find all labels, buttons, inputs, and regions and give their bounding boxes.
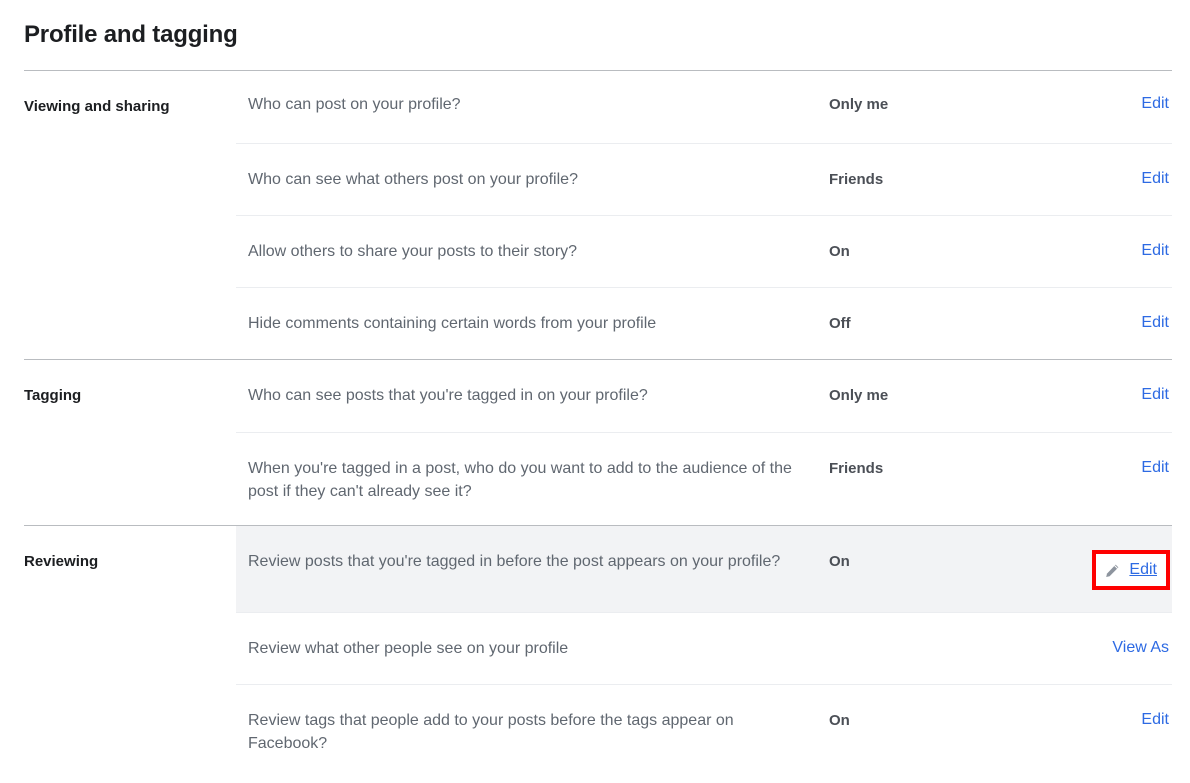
row-value: On <box>829 243 850 260</box>
row-value: Only me <box>829 96 889 113</box>
row-question: Hide comments containing certain words f… <box>248 315 657 332</box>
table-row: Who can see what others post on your pro… <box>236 143 1172 215</box>
section-rows-tagging: Who can see posts that you're tagged in … <box>236 360 1172 525</box>
row-action: Edit <box>1031 93 1172 115</box>
table-row: Who can see posts that you're tagged in … <box>236 360 1172 432</box>
row-action: Edit <box>1031 312 1172 334</box>
edit-link[interactable]: Edit <box>1141 93 1169 115</box>
row-question: Review posts that you're tagged in befor… <box>248 553 781 570</box>
edit-link[interactable]: Edit <box>1141 312 1169 334</box>
edit-annotation-box[interactable]: Edit <box>1092 550 1170 590</box>
section-viewing-and-sharing: Viewing and sharing Who can post on your… <box>24 70 1172 359</box>
table-row: Who can post on your profile? Only me Ed… <box>236 71 1172 143</box>
section-label-tagging: Tagging <box>24 387 82 404</box>
table-row: Review what other people see on your pro… <box>236 612 1172 684</box>
row-question: Review what other people see on your pro… <box>248 640 569 657</box>
row-value: Off <box>829 315 851 332</box>
row-action: Edit <box>1031 709 1172 731</box>
profile-and-tagging-page: Profile and tagging Viewing and sharing … <box>0 0 1190 777</box>
row-question: When you're tagged in a post, who do you… <box>248 460 792 500</box>
row-value: On <box>829 553 850 570</box>
view-as-link[interactable]: View As <box>1112 637 1169 659</box>
row-question: Who can see posts that you're tagged in … <box>248 387 648 404</box>
table-row: When you're tagged in a post, who do you… <box>236 432 1172 525</box>
row-value: Friends <box>829 460 884 477</box>
table-row: Review tags that people add to your post… <box>236 684 1172 777</box>
edit-link[interactable]: Edit <box>1141 457 1169 479</box>
section-rows-viewing-and-sharing: Who can post on your profile? Only me Ed… <box>236 71 1172 359</box>
row-question: Allow others to share your posts to thei… <box>248 243 578 260</box>
settings-section-list: Viewing and sharing Who can post on your… <box>0 70 1190 777</box>
table-row-highlighted: Review posts that you're tagged in befor… <box>236 526 1172 612</box>
edit-link[interactable]: Edit <box>1141 240 1169 262</box>
row-action: Edit <box>1031 550 1172 590</box>
table-row: Allow others to share your posts to thei… <box>236 215 1172 287</box>
row-action: Edit <box>1031 240 1172 262</box>
section-label-viewing-and-sharing: Viewing and sharing <box>24 98 170 115</box>
section-tagging: Tagging Who can see posts that you're ta… <box>24 359 1172 525</box>
row-action: View As <box>1031 637 1172 659</box>
row-value <box>829 637 1031 638</box>
row-action: Edit <box>1031 457 1172 479</box>
section-rows-reviewing: Review posts that you're tagged in befor… <box>236 526 1172 777</box>
row-question: Who can see what others post on your pro… <box>248 171 578 188</box>
row-action: Edit <box>1031 384 1172 406</box>
section-reviewing: Reviewing Review posts that you're tagge… <box>24 525 1172 777</box>
section-label-reviewing: Reviewing <box>24 553 99 570</box>
edit-link[interactable]: Edit <box>1141 709 1169 731</box>
edit-link[interactable]: Edit <box>1129 559 1157 581</box>
row-question: Who can post on your profile? <box>248 96 461 113</box>
edit-link[interactable]: Edit <box>1141 384 1169 406</box>
row-action: Edit <box>1031 168 1172 190</box>
table-row: Hide comments containing certain words f… <box>236 287 1172 359</box>
row-question: Review tags that people add to your post… <box>248 712 734 752</box>
row-value: On <box>829 712 850 729</box>
pencil-icon <box>1104 563 1120 579</box>
page-title: Profile and tagging <box>24 21 238 48</box>
edit-link[interactable]: Edit <box>1141 168 1169 190</box>
row-value: Friends <box>829 171 884 188</box>
row-value: Only me <box>829 387 889 404</box>
